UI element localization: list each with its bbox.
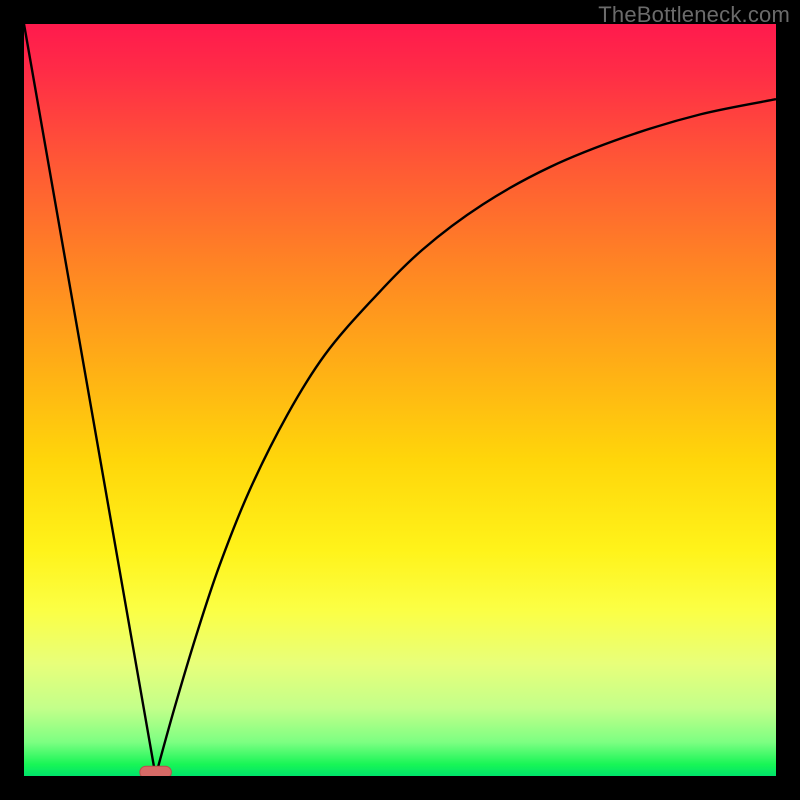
watermark-text: TheBottleneck.com (598, 2, 790, 28)
minimum-marker (140, 766, 172, 776)
bottleneck-curve (24, 24, 776, 776)
plot-area (24, 24, 776, 776)
chart-frame: TheBottleneck.com (0, 0, 800, 800)
curve-layer (24, 24, 776, 776)
